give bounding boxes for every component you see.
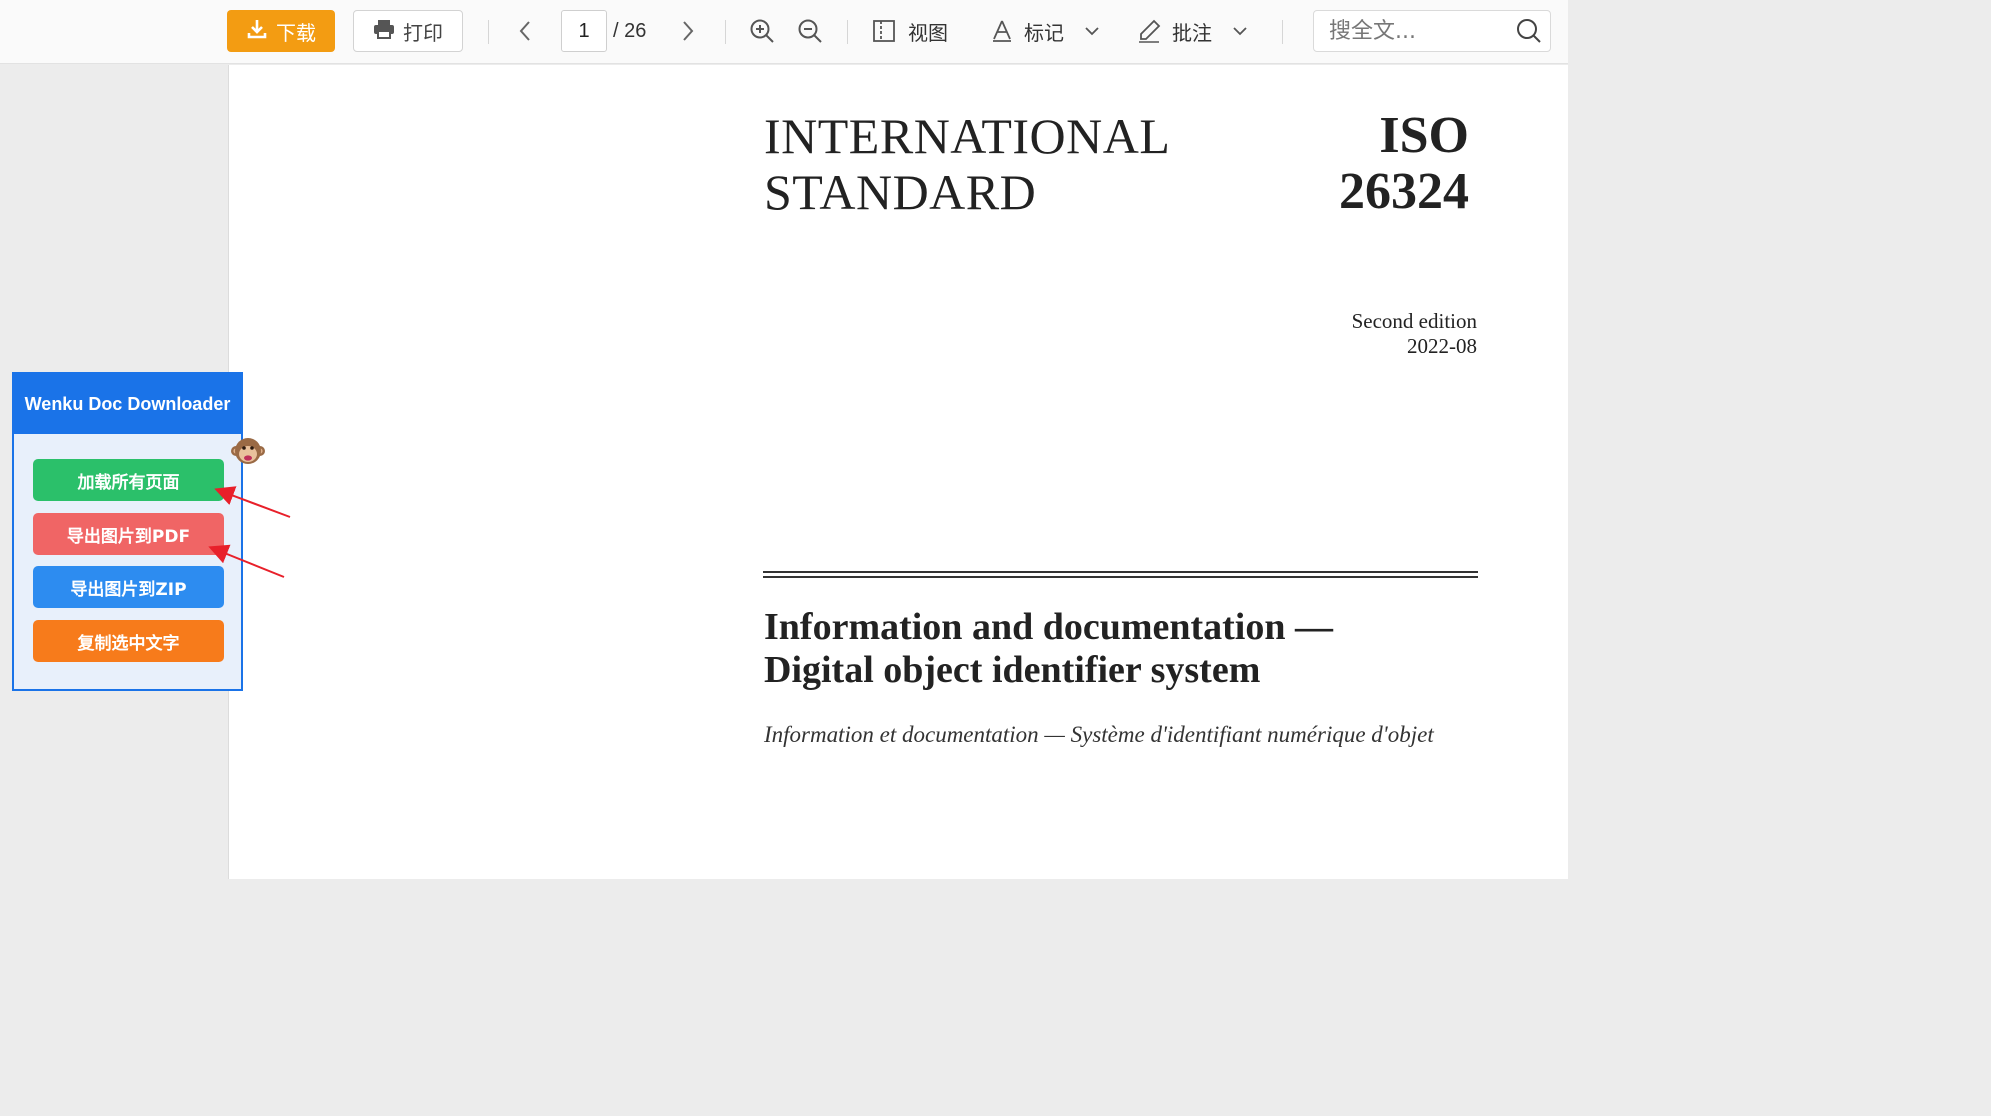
view-button[interactable]: 视图 bbox=[872, 10, 948, 52]
standard-heading: INTERNATIONAL STANDARD bbox=[764, 108, 1170, 220]
zoom-out-button[interactable] bbox=[794, 10, 826, 52]
download-label: 下载 bbox=[276, 20, 316, 45]
zoom-in-button[interactable] bbox=[746, 10, 778, 52]
document-title: Information and documentation — Digital … bbox=[764, 606, 1454, 692]
print-button[interactable]: 打印 bbox=[353, 10, 463, 52]
annotation-arrows bbox=[208, 486, 291, 578]
highlighter-icon bbox=[993, 20, 1011, 42]
export-pdf-button[interactable]: 导出图片到PDF bbox=[33, 513, 224, 555]
chevron-left-icon bbox=[519, 21, 530, 41]
printer-icon bbox=[373, 19, 395, 44]
view-label: 视图 bbox=[908, 20, 948, 45]
toolbar: 下载 打印 1 / 26 视图 标记 批注 bbox=[0, 0, 1568, 64]
search-icon[interactable] bbox=[1516, 18, 1542, 44]
page-number-input[interactable]: 1 bbox=[561, 10, 607, 52]
search-box bbox=[1313, 10, 1551, 52]
toolbar-divider bbox=[1282, 20, 1283, 44]
toolbar-divider bbox=[847, 20, 848, 44]
document-title-line2: Digital object identifier system bbox=[764, 649, 1261, 691]
iso-label: ISO bbox=[1379, 107, 1469, 164]
chevron-down-icon bbox=[1085, 27, 1099, 36]
document-title-line1: Information and documentation — bbox=[764, 606, 1333, 648]
toolbar-divider bbox=[725, 20, 726, 44]
iso-number: 26324 bbox=[1339, 163, 1469, 220]
search-input[interactable] bbox=[1329, 18, 1509, 44]
mark-button[interactable]: 标记 bbox=[990, 10, 1100, 52]
zoom-in-icon bbox=[750, 19, 774, 43]
chevron-down-icon bbox=[1233, 27, 1247, 36]
next-page-button[interactable] bbox=[673, 10, 703, 52]
french-title: Information et documentation — Système d… bbox=[764, 722, 1434, 747]
download-button[interactable]: 下载 bbox=[227, 10, 335, 52]
edition-info: Second edition 2022-08 bbox=[1352, 309, 1477, 359]
copy-selected-text-button[interactable]: 复制选中文字 bbox=[33, 620, 224, 662]
edition-date: 2022-08 bbox=[1407, 334, 1477, 358]
prev-page-button[interactable] bbox=[510, 10, 540, 52]
chevron-right-icon bbox=[683, 21, 694, 41]
annotate-button[interactable]: 批注 bbox=[1136, 10, 1248, 52]
title-divider bbox=[763, 571, 1478, 578]
standard-heading-line1: INTERNATIONAL bbox=[764, 108, 1171, 164]
arrow-to-export-pdf bbox=[208, 544, 285, 578]
load-all-pages-button[interactable]: 加载所有页面 bbox=[33, 459, 224, 501]
panel-title[interactable]: Wenku Doc Downloader bbox=[14, 374, 241, 434]
export-zip-button[interactable]: 导出图片到ZIP bbox=[33, 566, 224, 608]
iso-identifier: ISO 26324 bbox=[1339, 108, 1469, 220]
monkey-icon[interactable] bbox=[229, 432, 267, 470]
standard-heading-line2: STANDARD bbox=[764, 164, 1037, 220]
current-page-value: 1 bbox=[578, 19, 590, 42]
zoom-out-icon bbox=[798, 19, 822, 43]
download-icon bbox=[246, 18, 268, 45]
toolbar-divider bbox=[488, 20, 489, 44]
view-icon bbox=[873, 20, 895, 42]
total-pages-label: / 26 bbox=[613, 19, 647, 42]
mark-label: 标记 bbox=[1024, 20, 1064, 45]
print-label: 打印 bbox=[403, 20, 443, 45]
edition-label: Second edition bbox=[1351, 309, 1477, 333]
pencil-icon bbox=[1139, 19, 1161, 43]
arrow-to-load-all bbox=[214, 486, 291, 518]
annotate-label: 批注 bbox=[1172, 20, 1212, 45]
